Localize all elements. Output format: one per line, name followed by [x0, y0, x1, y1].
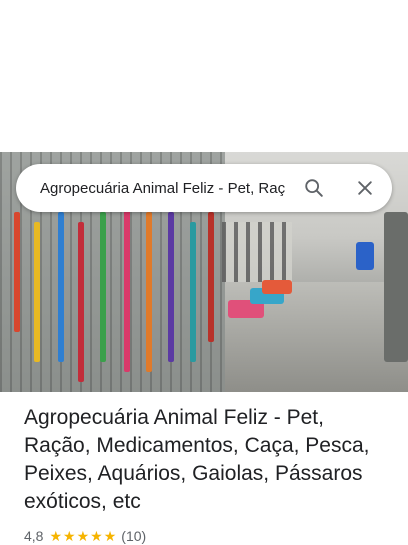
rating-stars: ★ ★ ★ ★ ★ — [49, 529, 117, 543]
photo-leash — [124, 202, 130, 372]
photo-leash — [34, 222, 40, 362]
star-icon: ★ — [103, 528, 117, 544]
review-count[interactable]: (10) — [121, 528, 146, 544]
star-icon: ★ — [76, 528, 90, 544]
photo-leash — [100, 212, 106, 362]
photo-tub — [356, 242, 374, 270]
close-button[interactable] — [349, 172, 381, 204]
photo-leash — [168, 212, 174, 362]
photo-leash — [78, 222, 84, 382]
photo-shelf — [384, 212, 408, 362]
photo-leash — [58, 212, 64, 362]
photo-tub — [262, 280, 292, 294]
photo-leash — [14, 212, 20, 332]
blank-area — [0, 0, 408, 152]
photo-leash — [208, 212, 214, 342]
rating-value: 4,8 — [24, 528, 44, 544]
close-icon — [358, 181, 372, 195]
search-icon — [305, 179, 323, 197]
photo-leash — [190, 222, 196, 362]
rating-row[interactable]: 4,8 ★ ★ ★ ★ ★ (10) — [24, 527, 146, 545]
search-query[interactable]: Agropecuária Animal Feliz - Pet, Raç — [40, 180, 290, 197]
place-title: Agropecuária Animal Feliz - Pet, Ração, … — [24, 406, 370, 513]
search-button[interactable] — [298, 172, 330, 204]
photo-rack — [222, 222, 292, 282]
star-icon: ★ — [49, 528, 63, 544]
star-icon: ★ — [90, 528, 103, 544]
search-bar[interactable]: Agropecuária Animal Feliz - Pet, Raç — [16, 164, 392, 212]
photo-leash — [146, 212, 152, 372]
star-icon: ★ — [63, 528, 76, 544]
